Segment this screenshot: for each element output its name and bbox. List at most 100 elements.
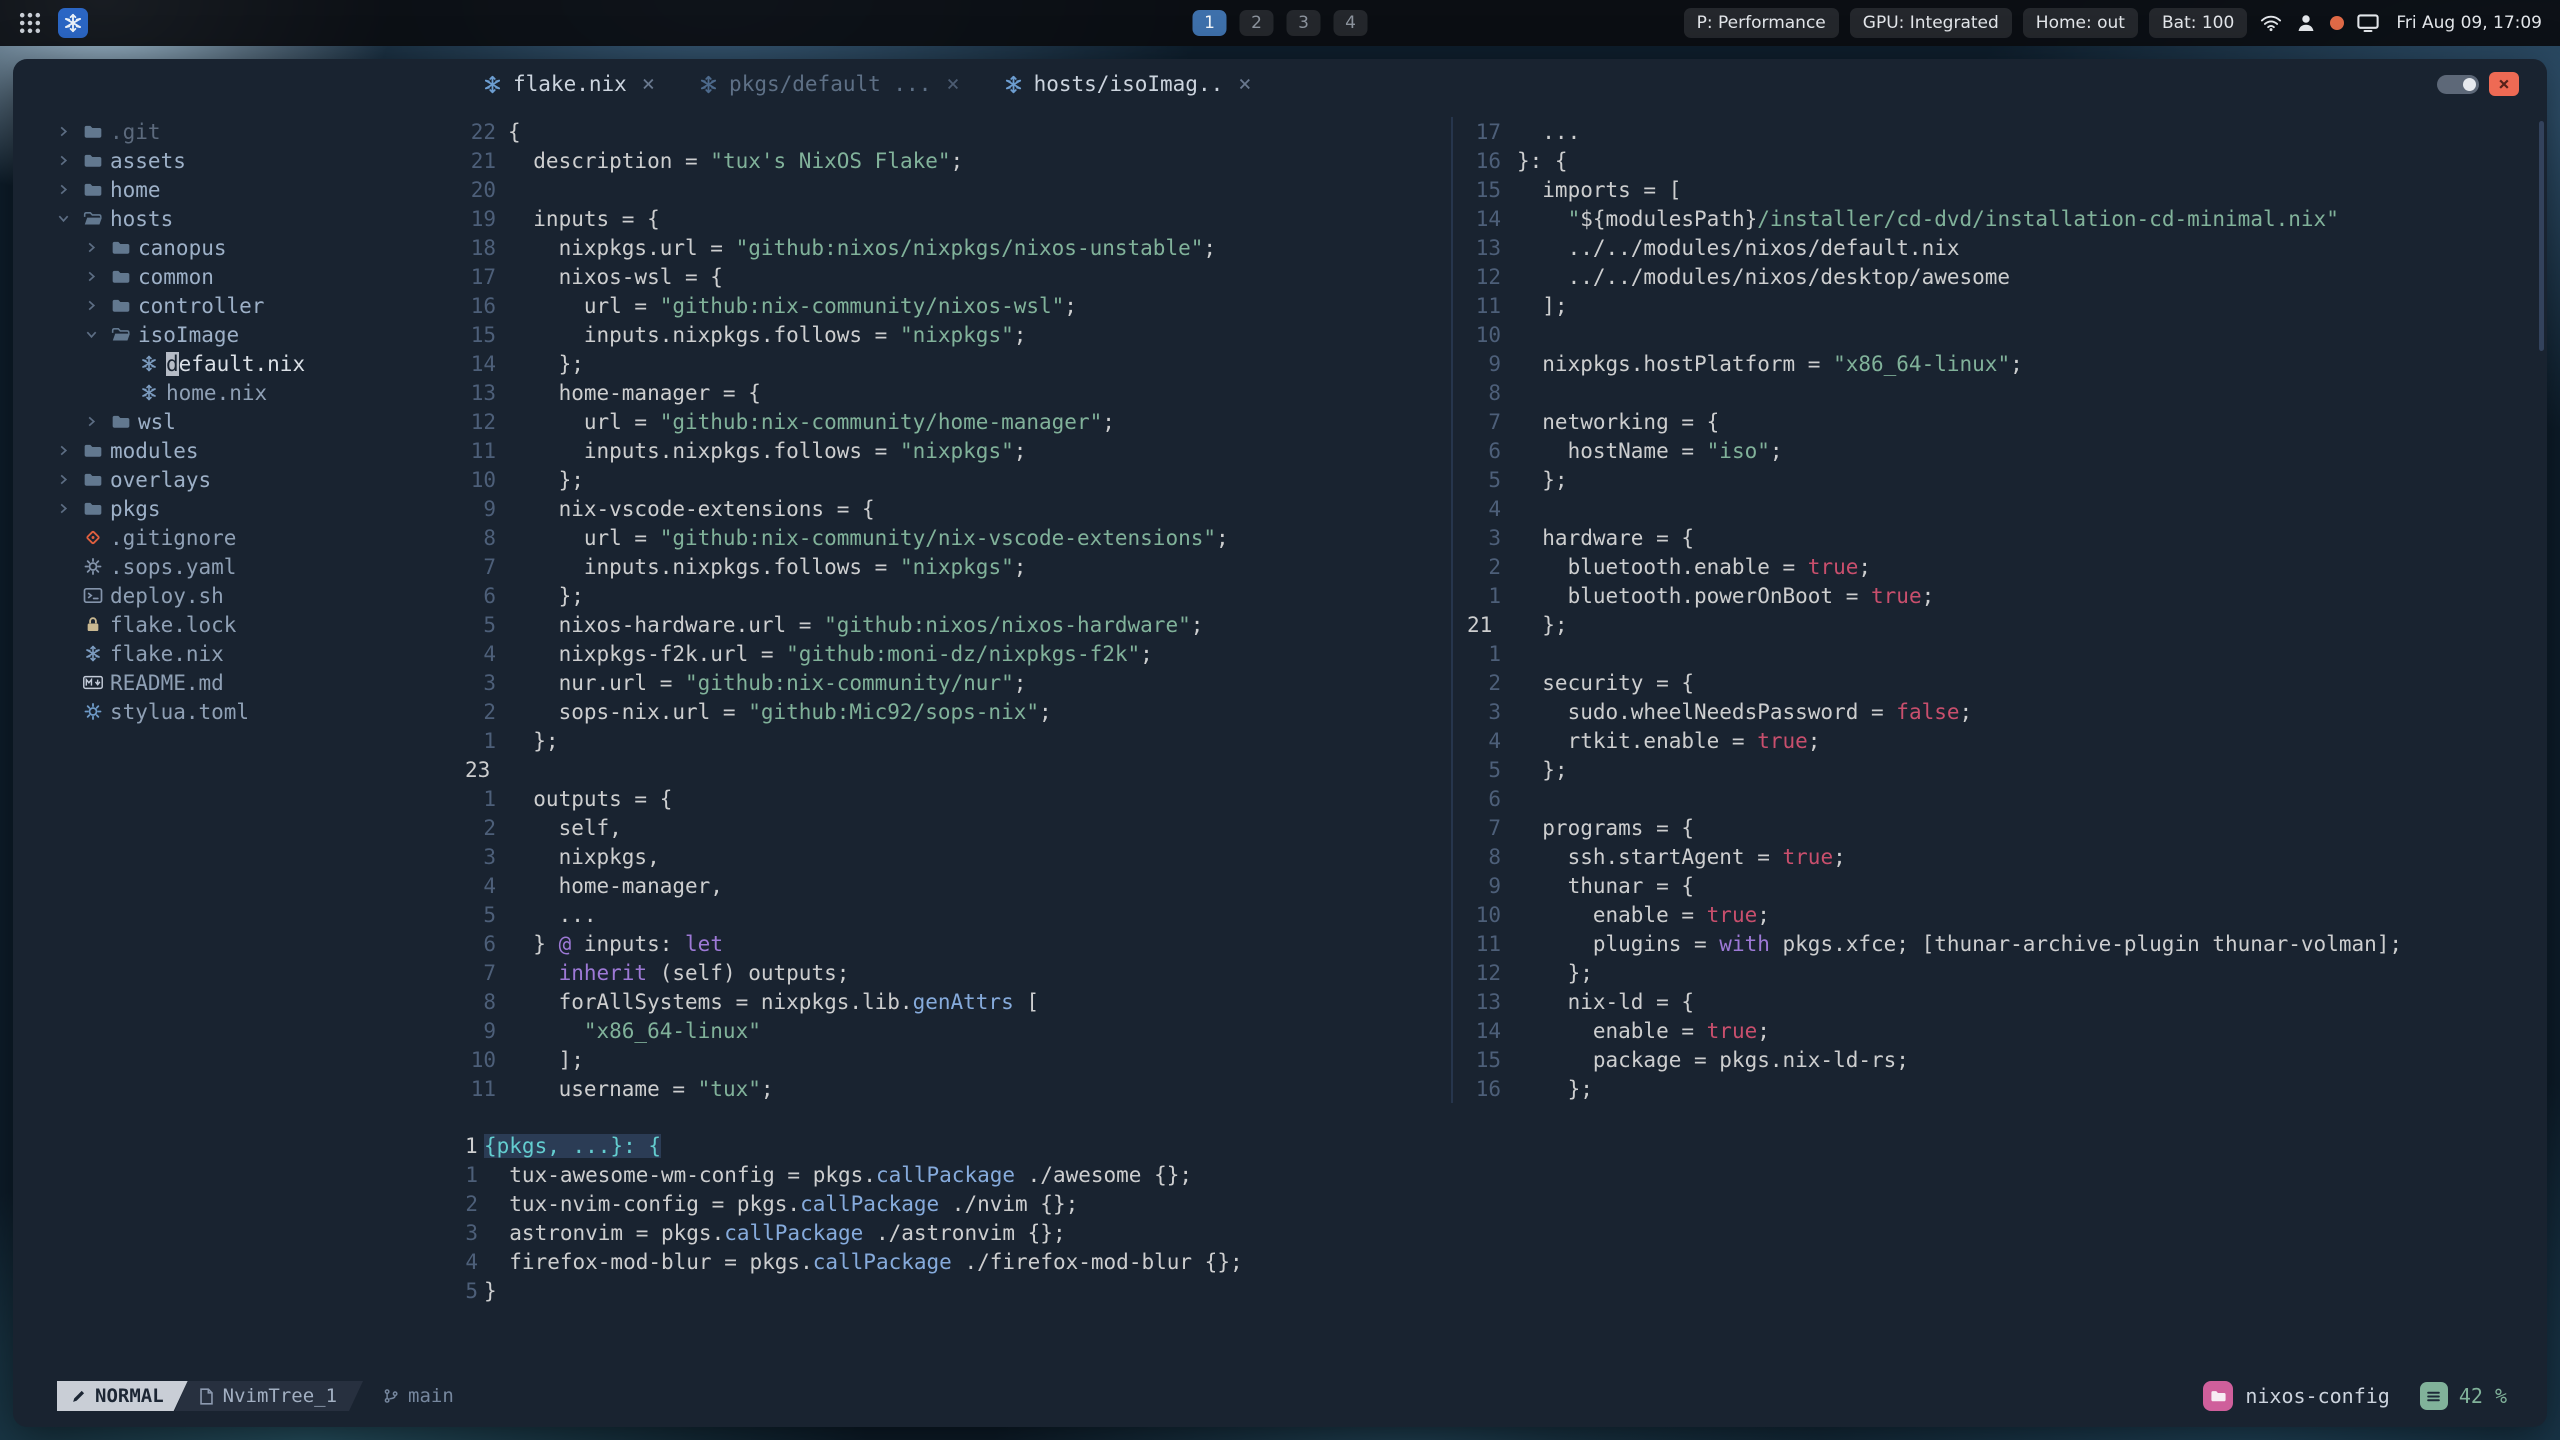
code-text: tux-awesome-wm-config = pkgs.callPackage… xyxy=(484,1162,1193,1187)
tree-item-label: README.md xyxy=(110,670,224,695)
line-number: 17 xyxy=(1475,119,1501,144)
tree-item-common[interactable]: common xyxy=(13,262,462,291)
status-pill-bat[interactable]: Bat: 100 xyxy=(2148,8,2248,38)
tab-pkgs-default[interactable]: pkgs/default ... × xyxy=(677,59,982,109)
line-number: 5 xyxy=(1488,467,1501,492)
tree-item-overlays[interactable]: overlays xyxy=(13,465,462,494)
nix-icon xyxy=(483,75,502,94)
tree-item-assets[interactable]: assets xyxy=(13,146,462,175)
code-text: nixos-wsl = { xyxy=(508,264,723,289)
code-text: plugins = with pkgs.xfce; [thunar-archiv… xyxy=(1517,931,2403,956)
line-number: 1 xyxy=(483,786,496,811)
code-text: nix-vscode-extensions = { xyxy=(508,496,875,521)
code-text: inputs = { xyxy=(508,206,660,231)
code-text: home-manager = { xyxy=(508,380,761,405)
code-line: 2 security = { xyxy=(1453,668,2547,697)
workspace-button-3[interactable]: 3 xyxy=(1286,10,1321,36)
tree-item-flake-lock[interactable]: flake.lock xyxy=(13,610,462,639)
tab-close-icon[interactable]: × xyxy=(1238,72,1251,97)
chevron-right-icon[interactable] xyxy=(85,241,111,254)
tree-item-readme-md[interactable]: README.md xyxy=(13,668,462,697)
editor-pane-flake-nix[interactable]: 22{21 description = "tux's NixOS Flake";… xyxy=(462,117,1451,1103)
chevron-down-icon[interactable] xyxy=(85,328,111,341)
lines-icon xyxy=(2426,1390,2441,1403)
line-number: 11 xyxy=(470,1076,496,1101)
line-number: 2 xyxy=(1488,670,1501,695)
nix-logo-icon xyxy=(63,13,83,33)
chevron-down-icon[interactable] xyxy=(57,212,83,225)
chevron-right-icon[interactable] xyxy=(57,473,83,486)
code-text: enable = true; xyxy=(1517,902,1770,927)
code-line: 10 xyxy=(1453,320,2547,349)
code-text: } @ inputs: let xyxy=(508,931,723,956)
line-number: 4 xyxy=(1488,496,1501,521)
tree-item-wsl[interactable]: wsl xyxy=(13,407,462,436)
chevron-right-icon[interactable] xyxy=(57,183,83,196)
chevron-right-icon[interactable] xyxy=(85,415,111,428)
app-launcher-icon[interactable] xyxy=(18,11,42,35)
line-number: 9 xyxy=(483,496,496,521)
wifi-icon[interactable] xyxy=(2260,13,2282,33)
workspace-button-4[interactable]: 4 xyxy=(1333,10,1368,36)
tree-item-canopus[interactable]: canopus xyxy=(13,233,462,262)
code-line: 1 tux-awesome-wm-config = pkgs.callPacka… xyxy=(462,1160,2547,1189)
line-number: 18 xyxy=(470,235,496,260)
chevron-right-icon[interactable] xyxy=(85,299,111,312)
tree-item-gitignore[interactable]: .gitignore xyxy=(13,523,462,552)
tree-item-flake-nix[interactable]: flake.nix xyxy=(13,639,462,668)
git-branch[interactable]: main xyxy=(383,1385,454,1407)
chevron-right-icon[interactable] xyxy=(57,444,83,457)
code-text: } xyxy=(484,1278,497,1303)
workspace-button-2[interactable]: 2 xyxy=(1239,10,1274,36)
window-toggle-button[interactable] xyxy=(2437,74,2479,94)
window-close-button[interactable]: × xyxy=(2489,72,2519,96)
code-line: 7 networking = { xyxy=(1453,407,2547,436)
markdown-icon xyxy=(83,674,103,691)
scrollbar-thumb[interactable] xyxy=(2539,121,2544,351)
tree-item-stylua-toml[interactable]: stylua.toml xyxy=(13,697,462,726)
tree-item-isoimage[interactable]: isoImage xyxy=(13,320,462,349)
line-number: 10 xyxy=(1475,902,1501,927)
code-line: 17 nixos-wsl = { xyxy=(462,262,1451,291)
status-pill-p[interactable]: P: Performance xyxy=(1683,8,1839,38)
line-number: 1 xyxy=(1488,583,1501,608)
tree-item-default-nix[interactable]: default.nix xyxy=(13,349,462,378)
line-number: 9 xyxy=(1488,351,1501,376)
chevron-right-icon[interactable] xyxy=(85,270,111,283)
tab-hosts-isoimag[interactable]: hosts/isoImag.. × xyxy=(982,59,1274,109)
tree-item-sops-yaml[interactable]: .sops.yaml xyxy=(13,552,462,581)
code-text: nixos-hardware.url = "github:nixos/nixos… xyxy=(508,612,1204,637)
indicator-dot-icon[interactable] xyxy=(2330,16,2345,30)
nix-icon xyxy=(139,384,159,401)
code-line: 5} xyxy=(462,1276,2547,1305)
code-line: 21 description = "tux's NixOS Flake"; xyxy=(462,146,1451,175)
tree-item-pkgs[interactable]: pkgs xyxy=(13,494,462,523)
code-line: 9 "x86_64-linux" xyxy=(462,1016,1451,1045)
tree-item-label: .git xyxy=(110,119,161,144)
status-pill-gpu[interactable]: GPU: Integrated xyxy=(1849,8,2012,38)
code-line: 23 xyxy=(462,755,1451,784)
tree-item-home-nix[interactable]: home.nix xyxy=(13,378,462,407)
tab-close-icon[interactable]: × xyxy=(946,72,959,97)
nvimtree-sidebar[interactable]: .git assets home hosts canopus common controll… xyxy=(13,109,462,1381)
tree-item-deploy-sh[interactable]: deploy.sh xyxy=(13,581,462,610)
editor-pane-hosts-isoimage-default-nix[interactable]: 17 ... 16}: {15 imports = [14 "${modulesP… xyxy=(1453,117,2547,1103)
line-number: 12 xyxy=(1475,960,1501,985)
logo-icon[interactable] xyxy=(58,8,88,38)
tab-close-icon[interactable]: × xyxy=(642,72,655,97)
tab-flake-nix[interactable]: flake.nix × xyxy=(461,59,677,109)
chevron-right-icon[interactable] xyxy=(57,125,83,138)
editor-pane-pkgs-default-nix[interactable]: 1 {pkgs, ...}: {1 tux-awesome-wm-config =… xyxy=(462,1131,2547,1305)
tree-item-hosts[interactable]: hosts xyxy=(13,204,462,233)
chevron-right-icon[interactable] xyxy=(57,154,83,167)
user-icon[interactable] xyxy=(2295,13,2317,33)
display-icon[interactable] xyxy=(2357,13,2379,33)
chevron-right-icon[interactable] xyxy=(57,502,83,515)
tree-item-controller[interactable]: controller xyxy=(13,291,462,320)
tree-item-git[interactable]: .git xyxy=(13,117,462,146)
status-pill-home[interactable]: Home: out xyxy=(2022,8,2138,38)
tree-item-home[interactable]: home xyxy=(13,175,462,204)
line-number: 5 xyxy=(465,1278,478,1303)
tree-item-modules[interactable]: modules xyxy=(13,436,462,465)
workspace-button-1[interactable]: 1 xyxy=(1192,10,1227,36)
